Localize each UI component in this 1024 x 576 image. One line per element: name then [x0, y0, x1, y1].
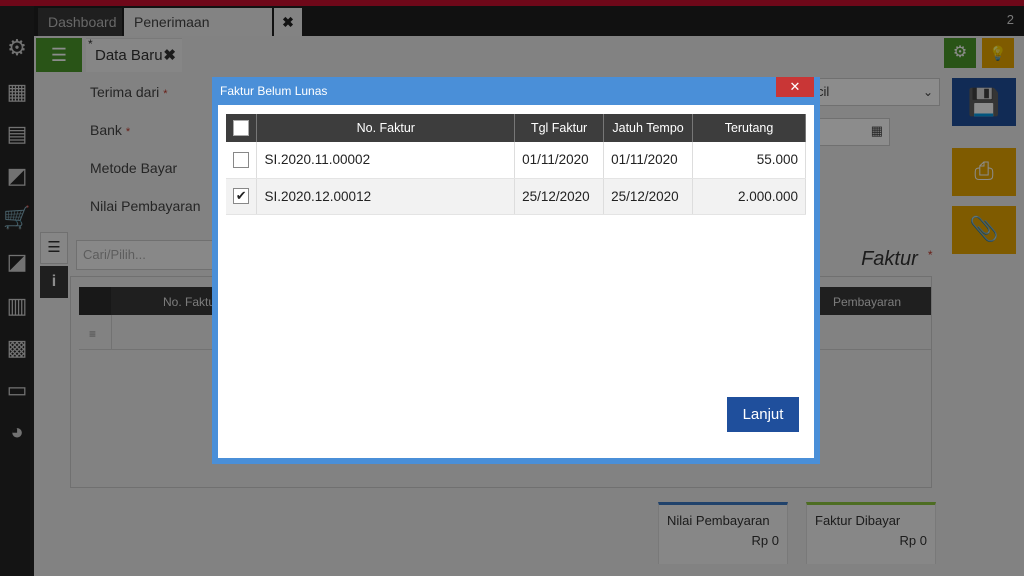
cell-tgl-faktur: 25/12/2020: [514, 178, 605, 215]
invoice-table: No. Faktur Tgl Faktur Jatuh Tempo Teruta…: [226, 114, 806, 215]
row-checkbox-cell: [226, 142, 258, 179]
close-icon[interactable]: ✕: [776, 77, 814, 97]
lanjut-button[interactable]: Lanjut: [727, 397, 799, 432]
cell-jatuh-tempo: 01/11/2020: [603, 142, 694, 179]
col-tgl-faktur[interactable]: Tgl Faktur: [514, 114, 605, 142]
col-no-faktur[interactable]: No. Faktur: [256, 114, 516, 142]
cell-terutang: 2.000.000: [692, 178, 806, 215]
cell-terutang: 55.000: [692, 142, 806, 179]
dialog-body: No. Faktur Tgl Faktur Jatuh Tempo Teruta…: [218, 105, 814, 458]
row-checkbox[interactable]: [233, 151, 250, 168]
table-header-row: No. Faktur Tgl Faktur Jatuh Tempo Teruta…: [226, 114, 806, 142]
cell-no-faktur: SI.2020.12.00012: [256, 178, 516, 215]
row-checkbox-cell: ✔: [226, 178, 258, 215]
col-terutang[interactable]: Terutang: [692, 114, 806, 142]
checkmark-icon: ✔: [235, 188, 247, 204]
cell-no-faktur: SI.2020.11.00002: [256, 142, 516, 179]
faktur-belum-lunas-dialog: Faktur Belum Lunas ✕ No. Faktur Tgl Fakt…: [212, 77, 820, 464]
dialog-title: Faktur Belum Lunas: [220, 84, 328, 98]
col-jatuh-tempo[interactable]: Jatuh Tempo: [603, 114, 694, 142]
select-all-cell: [226, 114, 258, 142]
cell-jatuh-tempo: 25/12/2020: [603, 178, 694, 215]
select-all-checkbox[interactable]: [233, 120, 250, 136]
row-checkbox-checked[interactable]: ✔: [233, 188, 250, 205]
cell-tgl-faktur: 01/11/2020: [514, 142, 605, 179]
table-row[interactable]: SI.2020.11.00002 01/11/2020 01/11/2020 5…: [226, 142, 806, 179]
table-row[interactable]: ✔ SI.2020.12.00012 25/12/2020 25/12/2020…: [226, 178, 806, 215]
